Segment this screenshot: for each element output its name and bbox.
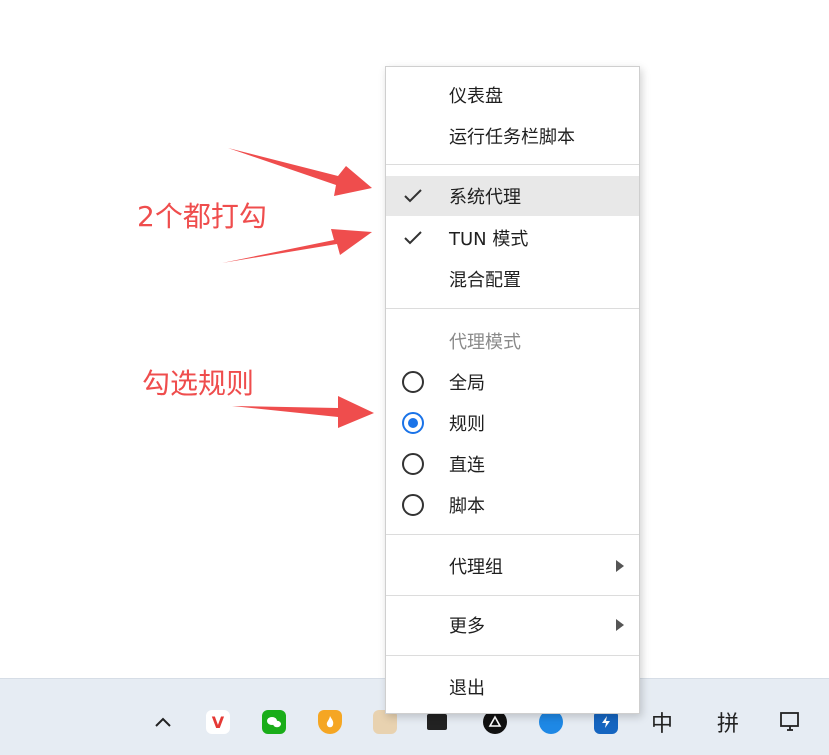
menu-separator [386,655,639,656]
menu-item-proxy-group[interactable]: 代理组 [386,546,639,586]
menu-item-label: 退出 [449,678,485,699]
menu-item-label: 脚本 [449,496,485,517]
tray-context-menu: 仪表盘 运行任务栏脚本 系统代理 TUN 模式 混合配置 代理模式 全局 规则 … [385,66,640,714]
vs-app-tray-icon[interactable]: V [203,707,233,737]
menu-separator [386,164,639,165]
menu-item-mode-script[interactable]: 脚本 [386,485,639,525]
arrow-to-system-proxy [228,148,372,196]
menu-section-proxy-mode: 代理模式 [386,321,639,361]
menu-item-label: 代理组 [449,557,503,578]
radio-unselected-icon [402,494,424,516]
menu-item-label: 混合配置 [449,270,521,291]
menu-item-system-proxy[interactable]: 系统代理 [386,176,639,216]
annotation-check-both: 2个都打勾 [137,200,267,233]
menu-item-mode-rule[interactable]: 规则 [386,403,639,443]
annotation-select-rule: 勾选规则 [142,367,255,400]
menu-item-label: 更多 [449,616,485,637]
menu-item-label: 仪表盘 [449,86,503,107]
menu-item-more[interactable]: 更多 [386,605,639,645]
checkmark-icon [401,184,425,208]
network-monitor-icon[interactable] [776,707,806,737]
wechat-tray-icon[interactable] [259,707,289,737]
menu-item-dashboard[interactable]: 仪表盘 [386,75,639,115]
menu-item-run-taskbar-script[interactable]: 运行任务栏脚本 [386,116,639,156]
security-shield-tray-icon[interactable] [315,707,345,737]
menu-separator [386,308,639,309]
radio-unselected-icon [402,453,424,475]
menu-item-label: 直连 [449,455,485,476]
radio-unselected-icon [402,371,424,393]
menu-item-label: 运行任务栏脚本 [449,127,575,148]
menu-item-label: 系统代理 [449,187,521,208]
menu-item-mixed-config[interactable]: 混合配置 [386,259,639,299]
section-label: 代理模式 [449,332,521,353]
checkmark-icon [401,226,425,250]
ime-mode-indicator[interactable]: 拼 [713,707,743,737]
menu-item-label: TUN 模式 [449,229,529,250]
show-hidden-icons-chevron-up-icon[interactable] [148,707,178,737]
ime-language-indicator[interactable]: 中 [647,707,677,737]
menu-item-mode-global[interactable]: 全局 [386,362,639,402]
radio-selected-icon [402,412,424,434]
submenu-arrow-icon [616,560,624,572]
menu-item-tun-mode[interactable]: TUN 模式 [386,218,639,258]
submenu-arrow-icon [616,619,624,631]
menu-separator [386,534,639,535]
menu-item-label: 全局 [449,373,485,394]
menu-item-label: 规则 [449,414,485,435]
menu-item-exit[interactable]: 退出 [386,667,639,707]
menu-item-mode-direct[interactable]: 直连 [386,444,639,484]
menu-separator [386,595,639,596]
